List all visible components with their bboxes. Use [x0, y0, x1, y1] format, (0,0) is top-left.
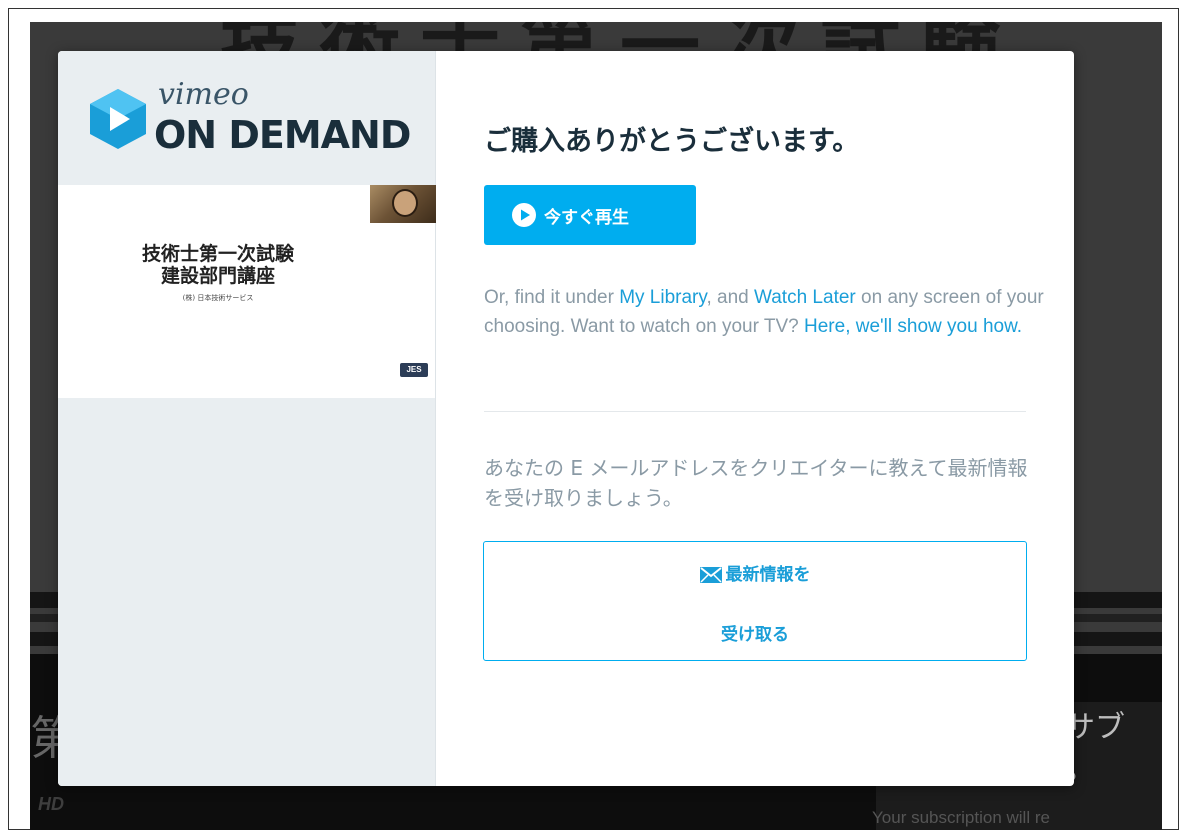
thank-you-heading: ご購入ありがとうございます。 — [484, 126, 860, 157]
vimeo-wordmark: vimeo — [158, 77, 249, 112]
on-demand-wordmark: ON DEMAND — [154, 113, 411, 157]
tv-howto-link[interactable]: Here, we'll show you how. — [804, 316, 1022, 337]
jes-logo: JES — [400, 363, 428, 377]
purchase-confirmation-modal: vimeo ON DEMAND 技術士第一次試験 建設部門講座 (株) 日本技術… — [58, 51, 1074, 786]
email-optin-prompt: あなたの E メールアドレスをクリエイターに教えて最新情報を受け取りましょう。 — [484, 456, 1028, 510]
hd-badge: HD — [38, 794, 64, 814]
vimeo-on-demand-logo: vimeo ON DEMAND — [88, 77, 418, 187]
play-now-label: 今すぐ再生 — [544, 207, 629, 228]
library-description: Or, find it under My Library, and Watch … — [484, 287, 1044, 337]
cover-title: 技術士第一次試験 建設部門講座 — [141, 243, 294, 287]
modal-right-panel: ご購入ありがとうございます。 今すぐ再生 Or, find it under M… — [436, 51, 1074, 786]
divider — [484, 411, 1026, 412]
background-subscription-note: Your subscription will re — [872, 808, 1050, 827]
vimeo-play-logo-icon — [90, 89, 146, 149]
instructor-photo — [370, 185, 436, 223]
my-library-link[interactable]: My Library — [619, 287, 706, 308]
get-updates-button[interactable]: 最新情報を 受け取る — [483, 541, 1027, 661]
cover-publisher: (株) 日本技術サービス — [182, 294, 254, 302]
envelope-icon — [699, 567, 722, 583]
watch-later-link[interactable]: Watch Later — [754, 287, 856, 308]
play-circle-icon — [512, 203, 536, 227]
play-now-button[interactable]: 今すぐ再生 — [484, 185, 696, 245]
video-cover-image: 技術士第一次試験 建設部門講座 (株) 日本技術サービス JES — [58, 185, 436, 398]
get-updates-label-2: 受け取る — [721, 625, 789, 645]
modal-left-panel: vimeo ON DEMAND 技術士第一次試験 建設部門講座 (株) 日本技術… — [58, 51, 436, 786]
get-updates-label: 最新情報を — [725, 565, 811, 585]
